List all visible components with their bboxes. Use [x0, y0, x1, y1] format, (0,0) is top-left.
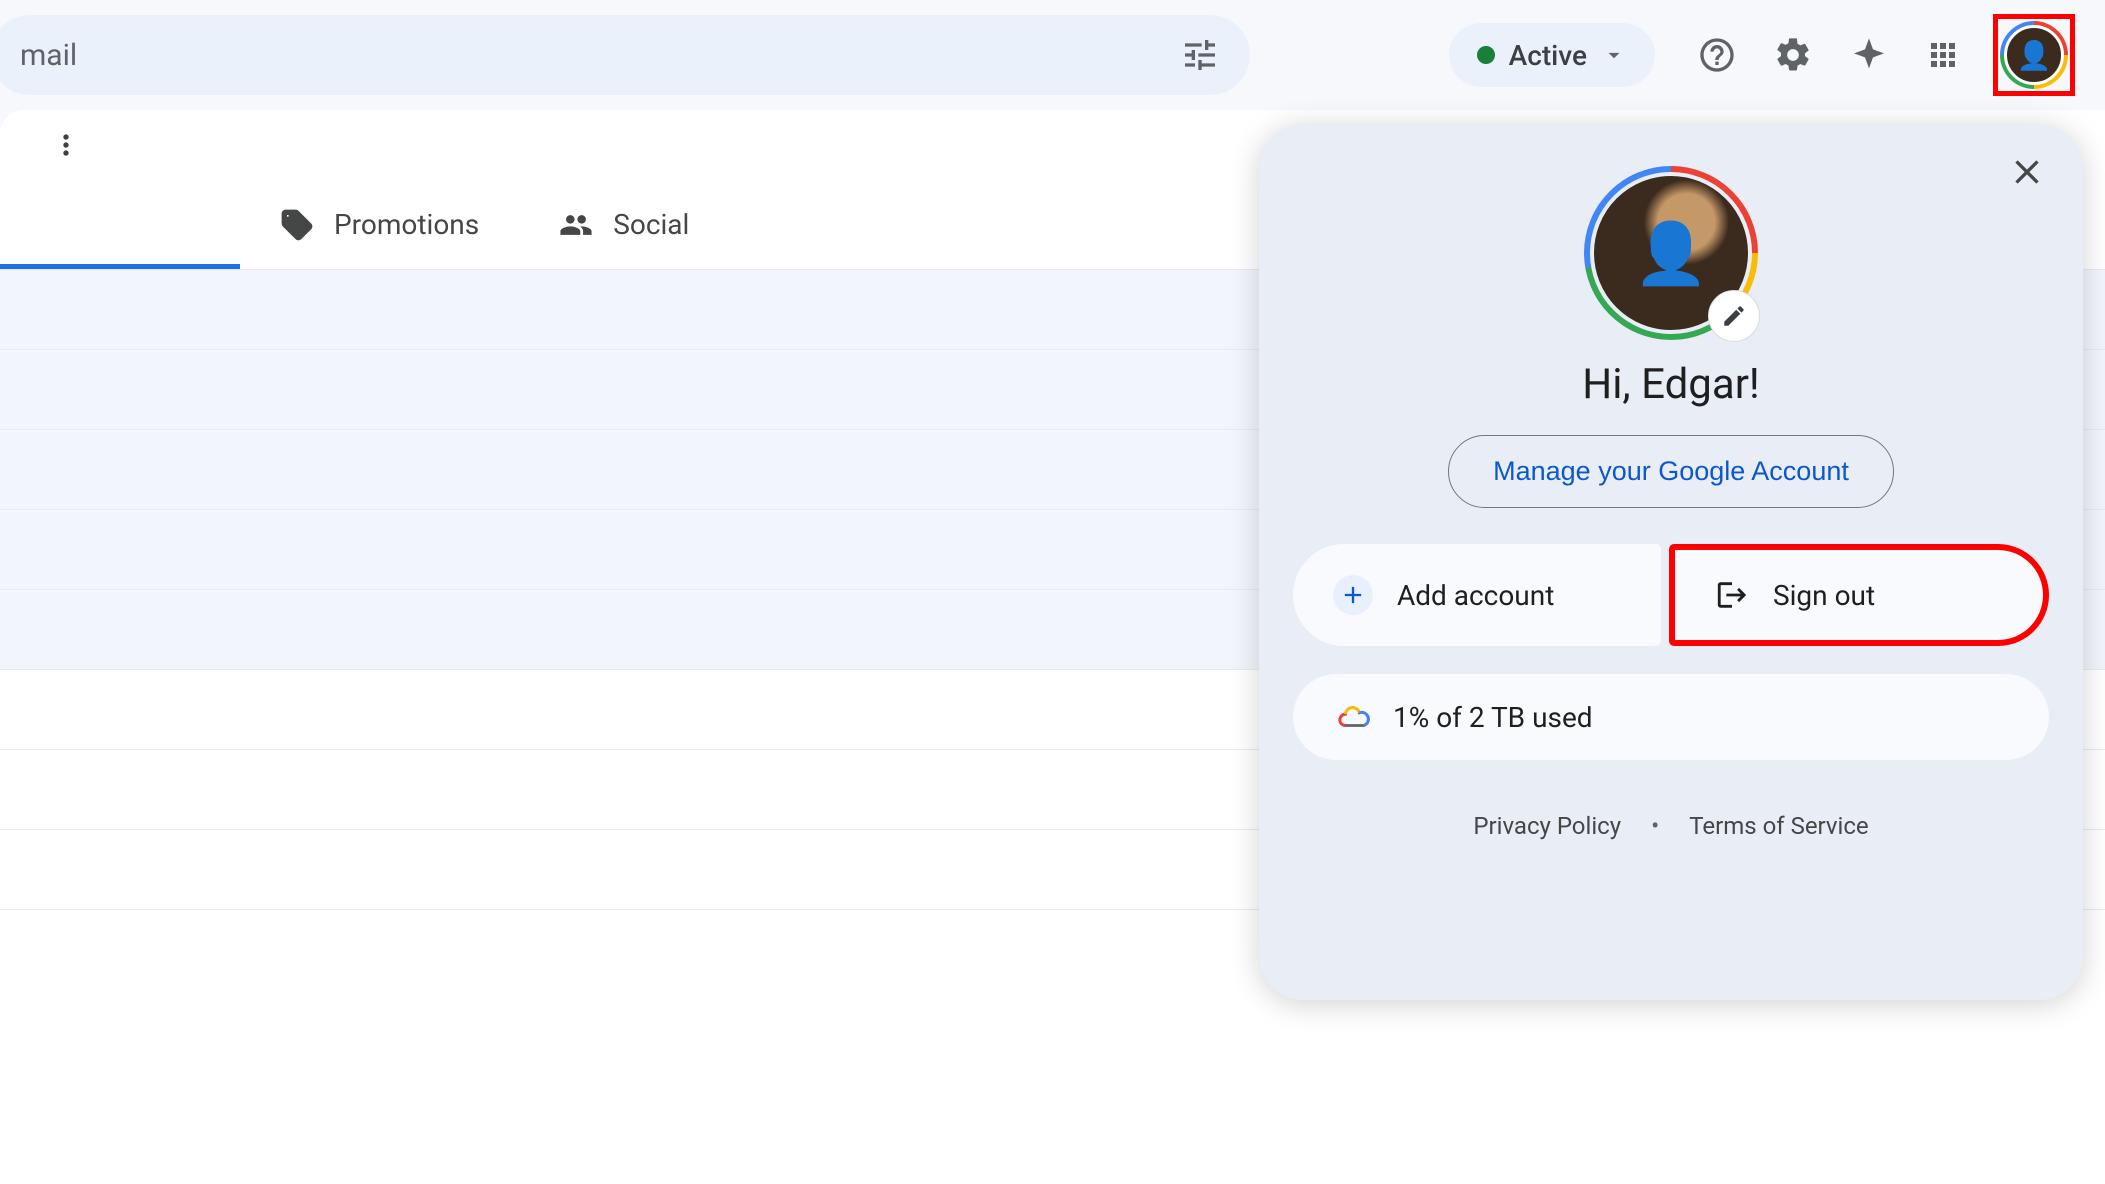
close-icon[interactable]: [2007, 152, 2047, 192]
sign-out-label: Sign out: [1773, 579, 1875, 612]
tab-social[interactable]: Social: [519, 180, 729, 269]
account-popup: 👤 Hi, Edgar! Manage your Google Account …: [1259, 124, 2083, 1000]
cloud-icon: [1337, 700, 1371, 734]
tag-icon: [280, 208, 314, 242]
help-icon[interactable]: [1693, 31, 1741, 79]
storage-text: 1% of 2 TB used: [1393, 701, 1593, 734]
app-header: mail Active 👤: [0, 0, 2105, 110]
search-input[interactable]: mail: [0, 15, 1250, 95]
manage-account-button[interactable]: Manage your Google Account: [1448, 435, 1894, 508]
status-label: Active: [1509, 39, 1587, 72]
status-dot-icon: [1477, 46, 1495, 64]
tab-primary[interactable]: y: [0, 180, 240, 269]
search-text: mail: [20, 38, 77, 73]
add-account-label: Add account: [1397, 579, 1554, 612]
account-actions: Add account Sign out: [1293, 544, 2049, 646]
plus-icon: [1333, 575, 1373, 615]
add-account-button[interactable]: Add account: [1293, 544, 1661, 646]
gear-icon[interactable]: [1769, 31, 1817, 79]
more-vert-icon[interactable]: [50, 129, 82, 161]
apps-icon[interactable]: [1921, 33, 1965, 77]
tune-icon[interactable]: [1180, 35, 1220, 75]
avatar-highlight: 👤: [1993, 14, 2075, 96]
edit-avatar-button[interactable]: [1708, 290, 1760, 342]
header-icons: 👤: [1693, 14, 2075, 96]
account-avatar[interactable]: 👤: [2000, 21, 2068, 89]
tos-link[interactable]: Terms of Service: [1689, 812, 1868, 840]
logout-icon: [1715, 578, 1749, 612]
greeting-text: Hi, Edgar!: [1582, 360, 1760, 409]
popup-avatar: 👤: [1584, 166, 1758, 340]
popup-footer: Privacy Policy • Terms of Service: [1473, 812, 1868, 840]
people-icon: [559, 208, 593, 242]
chevron-down-icon: [1601, 42, 1627, 68]
dot-separator: •: [1651, 812, 1659, 840]
status-pill[interactable]: Active: [1449, 23, 1655, 87]
tab-promotions[interactable]: Promotions: [240, 180, 519, 269]
sparkle-icon[interactable]: [1845, 31, 1893, 79]
storage-row[interactable]: 1% of 2 TB used: [1293, 674, 2049, 760]
tab-promotions-label: Promotions: [334, 208, 479, 241]
avatar-image: 👤: [2004, 25, 2064, 85]
privacy-link[interactable]: Privacy Policy: [1473, 812, 1621, 840]
tab-social-label: Social: [613, 208, 689, 241]
sign-out-button[interactable]: Sign out: [1669, 544, 2049, 646]
